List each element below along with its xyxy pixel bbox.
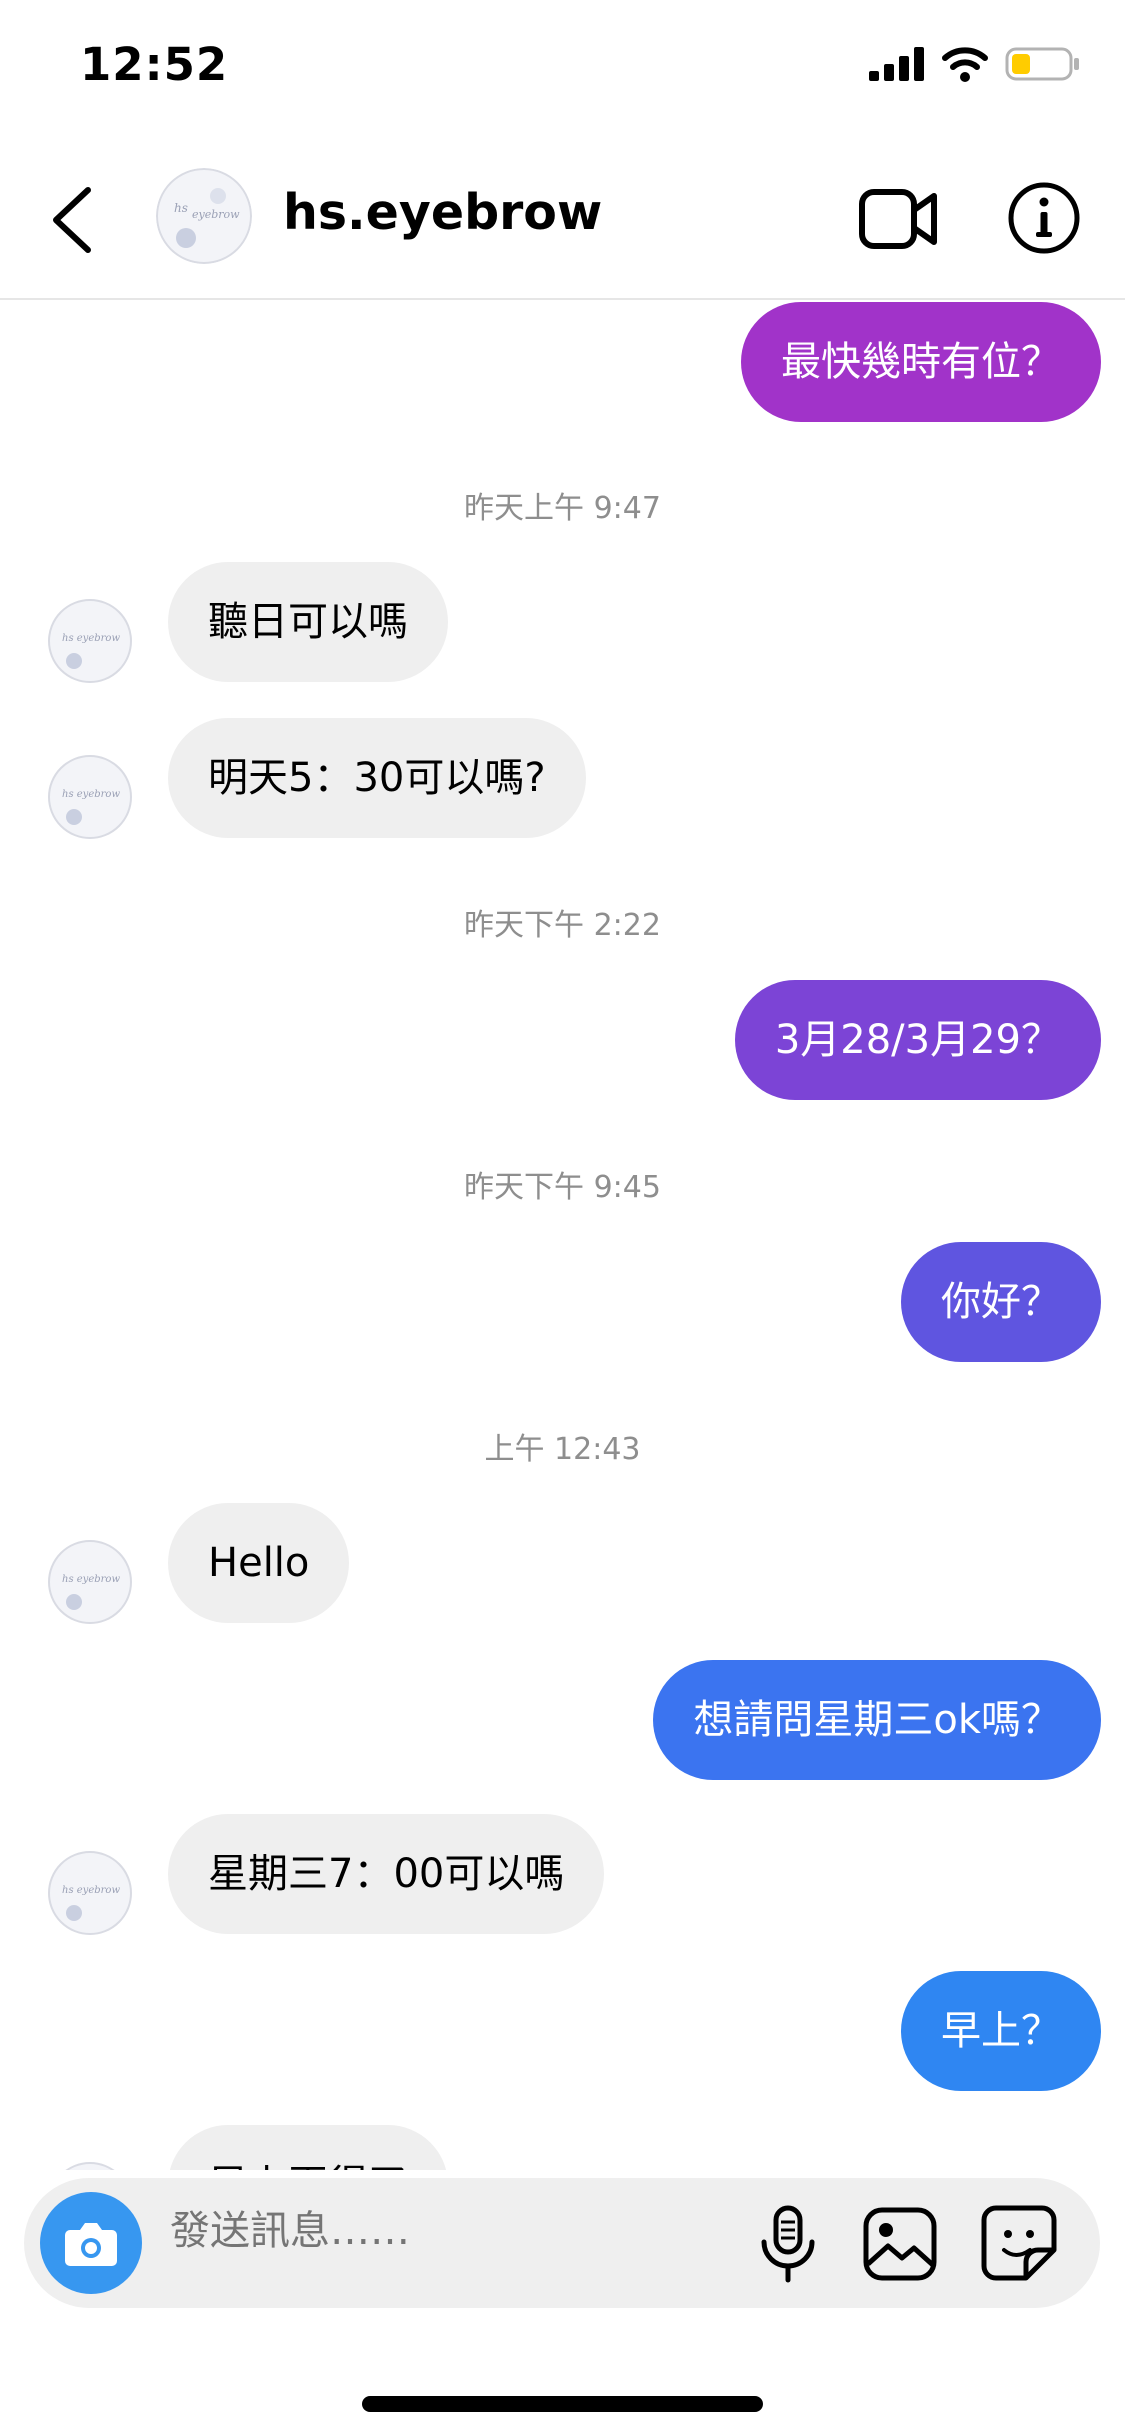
home-indicator[interactable]	[362, 2396, 763, 2412]
svg-text:hs: hs	[174, 201, 188, 215]
message-thread[interactable]: 最快幾時有位？ 昨天上午 9:47 hs eyebrow 聽日可以嗎 hs ey…	[0, 300, 1125, 2170]
cellular-signal-icon	[869, 47, 924, 81]
camera-icon	[65, 2223, 117, 2266]
avatar[interactable]: hs eyebrow	[156, 168, 252, 264]
incoming-message[interactable]: Hello	[168, 1503, 350, 1623]
outgoing-message[interactable]: 最快幾時有位？	[741, 302, 1101, 422]
video-camera-icon[interactable]	[858, 182, 940, 256]
incoming-message[interactable]: 早上再得了	[168, 2125, 448, 2170]
svg-text:hs eyebrow: hs eyebrow	[62, 1574, 120, 1585]
avatar[interactable]: hs eyebrow	[48, 599, 132, 683]
incoming-message[interactable]: 聽日可以嗎	[168, 562, 448, 682]
avatar[interactable]: hs eyebrow	[48, 1851, 132, 1935]
timestamp: 上午 12:43	[484, 1432, 641, 1467]
svg-text:eyebrow: eyebrow	[192, 208, 240, 221]
microphone-icon[interactable]	[750, 2204, 826, 2284]
status-bar: 12:52	[0, 0, 1125, 140]
sticker-icon[interactable]	[980, 2204, 1058, 2282]
avatar[interactable]: hs eyebrow	[48, 1540, 132, 1624]
message-input[interactable]	[170, 2208, 730, 2254]
chat-header: hs eyebrow hs.eyebrow	[0, 140, 1125, 300]
outgoing-message[interactable]: 早上？	[901, 1971, 1101, 2091]
timestamp: 昨天上午 9:47	[464, 491, 661, 526]
wifi-icon	[942, 47, 988, 82]
timestamp: 昨天下午 2:22	[464, 908, 661, 943]
outgoing-message[interactable]: 3月28/3月29？	[734, 980, 1101, 1100]
chat-username[interactable]: hs.eyebrow	[283, 184, 602, 241]
timestamp: 昨天下午 9:45	[464, 1170, 661, 1205]
avatar[interactable]: hs eyebrow	[48, 755, 132, 839]
svg-text:hs eyebrow: hs eyebrow	[62, 789, 120, 800]
svg-text:hs eyebrow: hs eyebrow	[62, 633, 120, 644]
status-time: 12:52	[80, 38, 229, 91]
outgoing-message[interactable]: 你好？	[901, 1242, 1101, 1362]
info-circle-icon[interactable]	[1006, 180, 1082, 256]
status-icons	[869, 46, 1081, 82]
incoming-message[interactable]: 明天5：30可以嗎?	[168, 718, 586, 838]
message-composer	[24, 2178, 1100, 2308]
outgoing-message[interactable]: 想請問星期三ok嗎？	[653, 1660, 1101, 1780]
svg-text:hs eyebrow: hs eyebrow	[62, 1885, 120, 1896]
incoming-message[interactable]: 星期三7：00可以嗎	[168, 1814, 605, 1934]
chevron-left-icon[interactable]	[44, 182, 106, 258]
camera-button[interactable]	[40, 2192, 142, 2294]
image-gallery-icon[interactable]	[862, 2206, 938, 2282]
battery-icon	[1005, 47, 1079, 81]
avatar[interactable]	[48, 2162, 132, 2170]
